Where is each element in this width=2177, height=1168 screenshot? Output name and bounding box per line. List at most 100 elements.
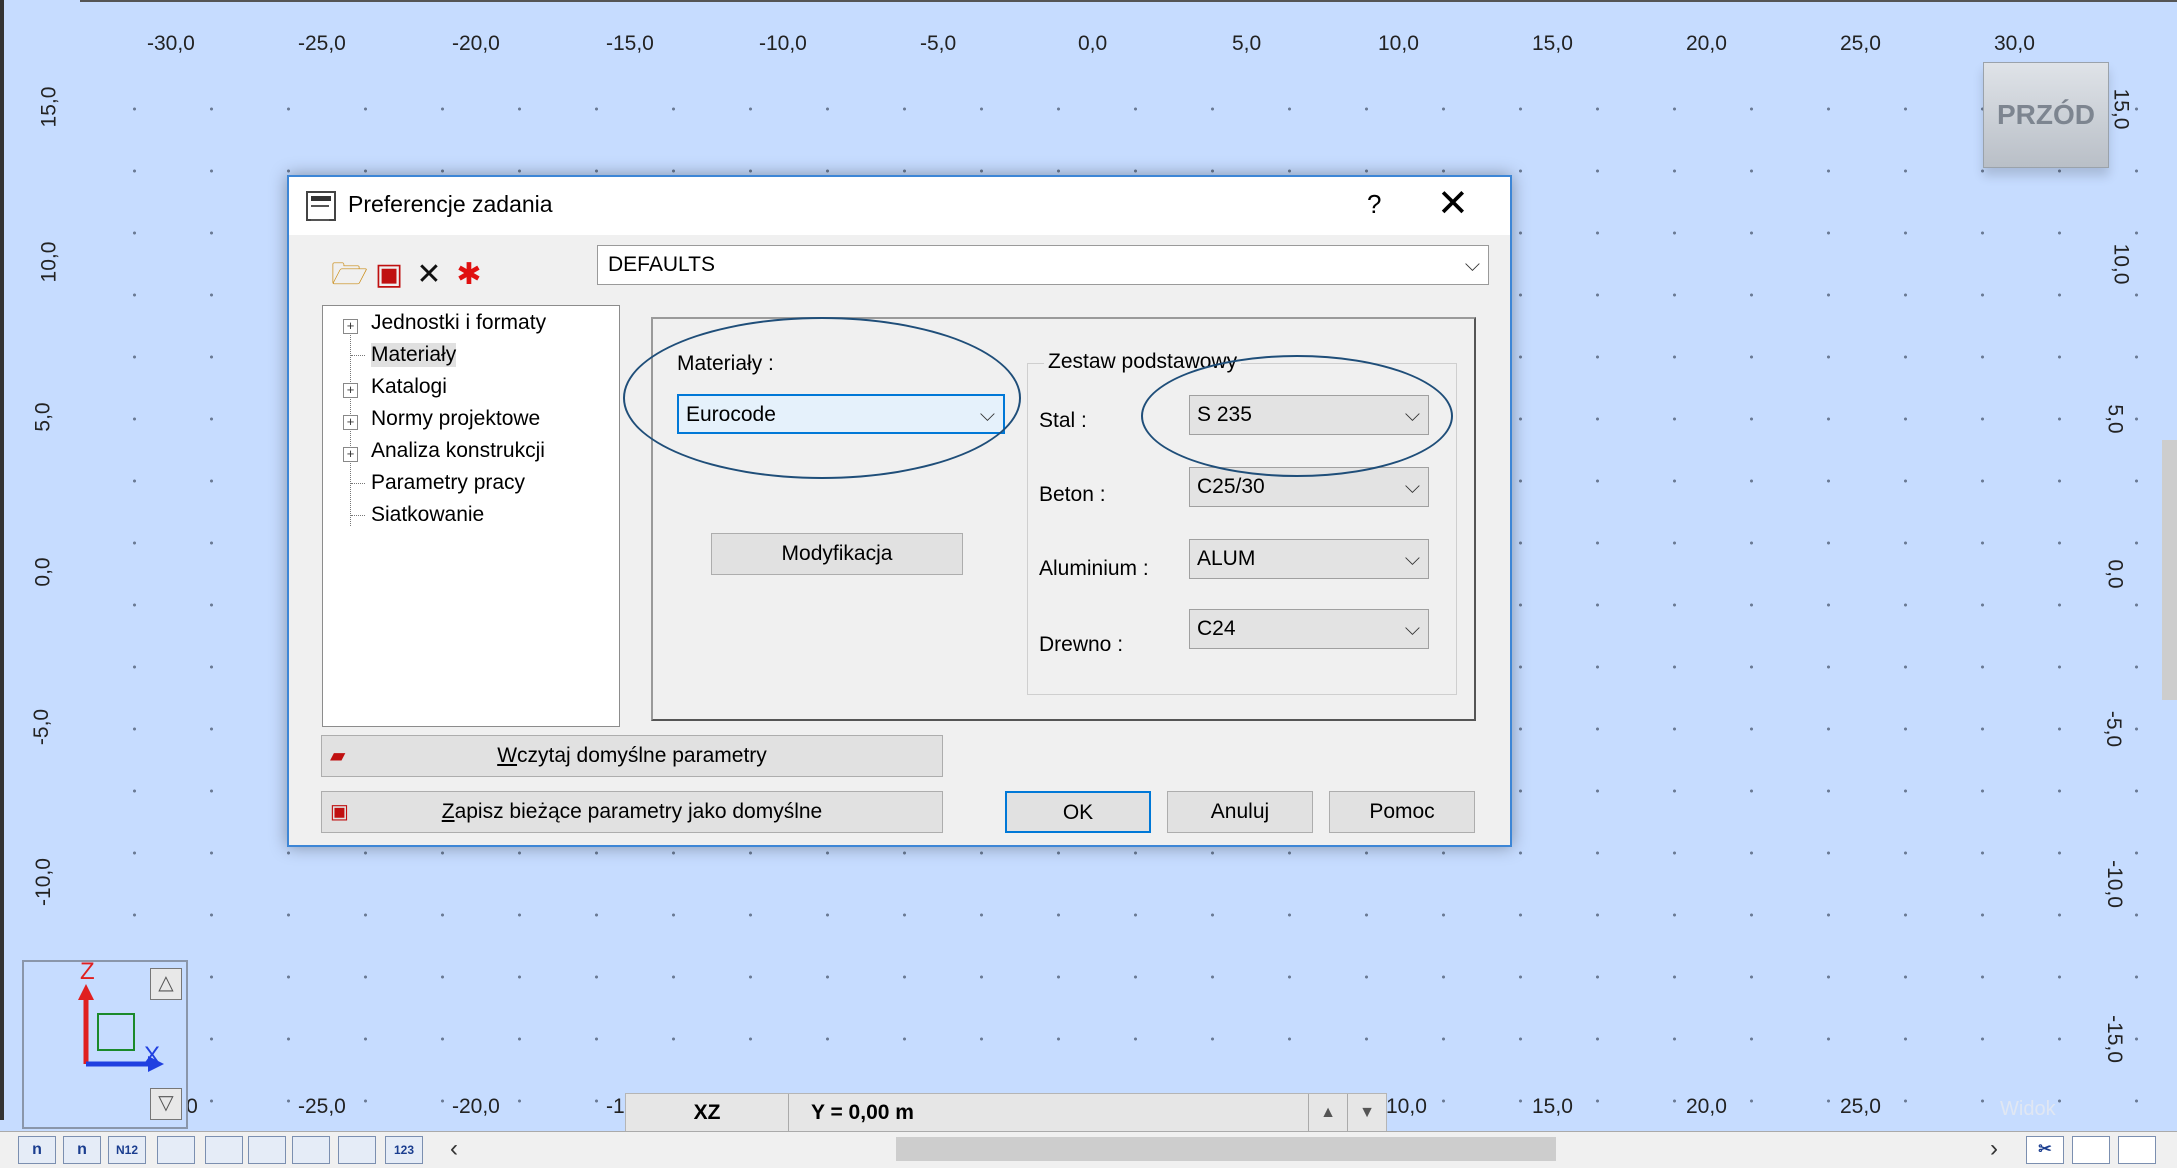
tree-item-meshing[interactable]: Siatkowanie	[371, 503, 484, 527]
help-icon[interactable]: ?	[1367, 189, 1381, 220]
horizontal-scrollbar[interactable]: ‹ ›	[440, 1131, 2020, 1167]
open-folder-icon[interactable]: 🗁	[331, 257, 368, 293]
close-icon[interactable]: ✕	[1437, 181, 1469, 226]
ruler-right-label: -5,0	[2102, 710, 2126, 748]
scroll-left-icon[interactable]: ‹	[450, 1135, 458, 1163]
bar-numbers-icon[interactable]: n	[63, 1136, 101, 1164]
preferences-dialog: Preferencje zadania ? ✕ 🗁 ▣ ✕ ✱ DEFAULTS…	[287, 175, 1512, 847]
reset-icon[interactable]: ✱	[451, 257, 487, 293]
step-down-icon[interactable]: ▼	[1347, 1094, 1386, 1132]
supports-icon[interactable]	[157, 1136, 195, 1164]
highlight-ellipse	[1141, 355, 1453, 477]
ruler-top-label: -10,0	[759, 32, 807, 55]
plane-selector[interactable]: XZ	[626, 1094, 789, 1132]
load-defaults-icon: ▰	[330, 745, 346, 767]
ruler-top-label: 20,0	[1686, 32, 1727, 55]
ruler-bottom-label: -1	[606, 1095, 625, 1118]
aluminium-value: ALUM	[1197, 547, 1256, 570]
rotate-down-icon[interactable]: ▽	[150, 1088, 182, 1120]
ruler-top-label: 5,0	[1232, 32, 1262, 55]
ok-button[interactable]: OK	[1005, 791, 1151, 833]
ruler-bottom-label: 15,0	[1532, 1095, 1573, 1118]
expand-icon[interactable]: +	[343, 383, 358, 398]
ruler-right: 15,0 10,0 5,0 0,0 -5,0 -10,0 -15,0	[2100, 62, 2160, 1102]
cut-icon[interactable]: ✂	[2026, 1136, 2064, 1164]
load-defaults-label: czytaj domyślne parametry	[517, 744, 767, 767]
panels-icon[interactable]	[292, 1136, 330, 1164]
tree-item-analysis[interactable]: Analiza konstrukcji	[371, 439, 545, 463]
timber-value: C24	[1197, 617, 1236, 640]
expand-icon[interactable]: +	[343, 319, 358, 334]
ruler-left-label: 10,0	[37, 241, 61, 283]
display-icon[interactable]	[2118, 1136, 2156, 1164]
ruler-top-label: -5,0	[920, 32, 957, 55]
scroll-thumb[interactable]	[896, 1137, 1556, 1161]
expand-icon[interactable]: +	[343, 447, 358, 462]
section-numbers-icon[interactable]: N12	[108, 1136, 146, 1164]
ruler-right-label: -15,0	[2102, 1015, 2126, 1063]
view-options-icon[interactable]	[2072, 1136, 2110, 1164]
ruler-right-label: 15,0	[2109, 88, 2133, 130]
tree-item-units[interactable]: Jednostki i formaty	[371, 311, 546, 335]
concrete-label: Beton :	[1039, 483, 1106, 506]
load-defaults-mnemonic: W	[497, 744, 518, 767]
aluminium-label: Aluminium :	[1039, 557, 1149, 580]
ruler-left-label: 0,0	[31, 557, 55, 587]
members-icon[interactable]	[248, 1136, 286, 1164]
ruler-left-label: -10,0	[31, 858, 55, 906]
ruler-top-label: 10,0	[1378, 32, 1419, 55]
ruler-top-label: -20,0	[452, 32, 500, 55]
preferences-tree: + Jednostki i formaty Materiały + Katalo…	[322, 305, 620, 727]
axis-x-label: X	[144, 1042, 161, 1069]
chevron-down-icon: ⌵	[1404, 548, 1420, 570]
steel-label: Stal :	[1039, 409, 1087, 432]
step-up-icon[interactable]: ▲	[1308, 1094, 1347, 1132]
ruler-left-label: -5,0	[30, 708, 54, 746]
profile-combo[interactable]: DEFAULTS ⌵	[597, 245, 1489, 285]
view-label: Widok	[2000, 1098, 2056, 1120]
vertical-scrollbar[interactable]	[2162, 440, 2177, 700]
tree-item-materials[interactable]: Materiały	[371, 343, 457, 367]
releases-icon[interactable]	[205, 1136, 243, 1164]
help-button[interactable]: Pomoc	[1329, 791, 1475, 833]
tree-item-design-codes[interactable]: Normy projektowe	[371, 407, 540, 431]
ruler-right-label: 5,0	[2103, 404, 2127, 434]
tree-item-catalogs[interactable]: Katalogi	[371, 375, 447, 399]
expand-icon[interactable]: +	[343, 415, 358, 430]
ruler-top-label: 15,0	[1532, 32, 1573, 55]
ruler-top-label: -15,0	[606, 32, 654, 55]
coordinate-readout: Y = 0,00 m	[811, 1101, 914, 1124]
ruler-top-label: 0,0	[1078, 32, 1108, 55]
modify-button[interactable]: Modyfikacja	[711, 533, 963, 575]
loads-icon[interactable]	[338, 1136, 376, 1164]
save-icon[interactable]: ▣	[371, 257, 407, 293]
ruler-right-label: 0,0	[2103, 559, 2127, 589]
view-cube-label: PRZÓD	[1997, 99, 2095, 130]
highlight-ellipse	[623, 317, 1021, 479]
dialog-title: Preferencje zadania	[348, 191, 553, 217]
ruler-left: 15,0 10,0 5,0 0,0 -5,0 -10,0 -15,0	[0, 0, 80, 1120]
tree-item-job-parameters[interactable]: Parametry pracy	[371, 471, 525, 495]
view-cube[interactable]: PRZÓD	[1983, 62, 2109, 168]
ruler-bottom-label: 10,0	[1386, 1095, 1427, 1118]
save-defaults-icon: ▣	[330, 801, 349, 823]
cancel-button[interactable]: Anuluj	[1167, 791, 1313, 833]
ruler-left-label: 15,0	[37, 86, 61, 128]
scroll-right-icon[interactable]: ›	[1990, 1135, 1998, 1163]
aluminium-combo[interactable]: ALUM ⌵	[1189, 539, 1429, 579]
save-defaults-label: apisz bieżące parametry jako domyślne	[454, 800, 823, 823]
chevron-down-icon: ⌵	[1464, 254, 1480, 276]
ruler-top: -30,0 -25,0 -20,0 -15,0 -10,0 -5,0 0,0 5…	[14, 0, 2177, 64]
save-defaults-button[interactable]: ▣ Zapisz bieżące parametry jako domyślne	[321, 791, 943, 833]
rotate-up-icon[interactable]: △	[150, 968, 182, 1000]
ruler-bottom-label: 20,0	[1686, 1095, 1727, 1118]
delete-icon[interactable]: ✕	[411, 257, 447, 293]
axis-z-label: Z	[80, 958, 95, 985]
ruler-bottom-label: 25,0	[1840, 1095, 1881, 1118]
ruler-top-label: -25,0	[298, 32, 346, 55]
ruler-right-label: 10,0	[2109, 243, 2133, 285]
load-defaults-button[interactable]: ▰ Wczytaj domyślne parametry	[321, 735, 943, 777]
node-numbers-icon[interactable]: n	[18, 1136, 56, 1164]
timber-combo[interactable]: C24 ⌵	[1189, 609, 1429, 649]
values-icon[interactable]: 123	[385, 1136, 423, 1164]
